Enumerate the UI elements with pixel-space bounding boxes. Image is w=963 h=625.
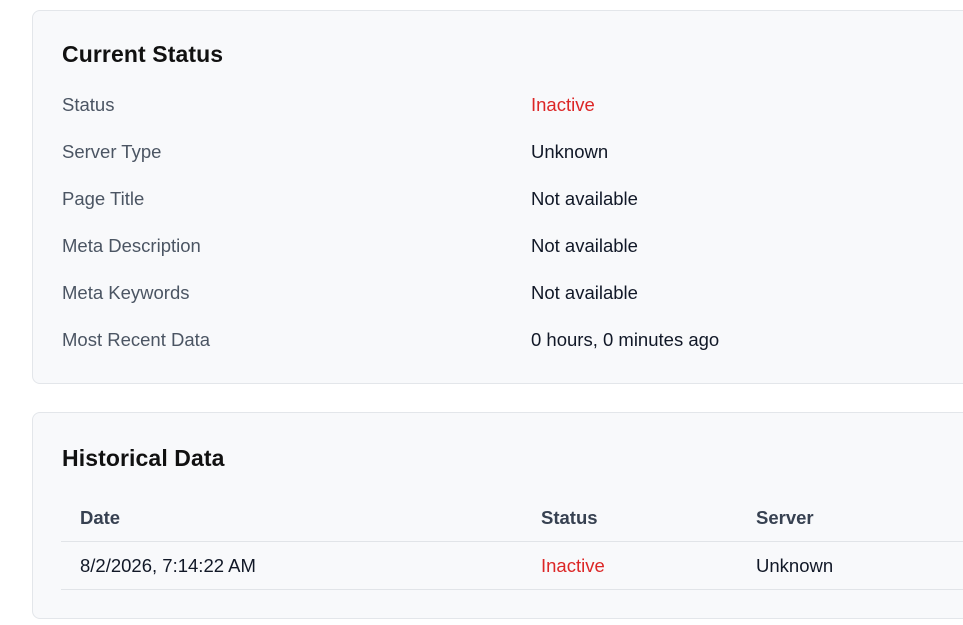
status-column-header[interactable]: Status — [522, 495, 737, 542]
most-recent-data-row: Most Recent Data 0 hours, 0 minutes ago — [62, 325, 962, 372]
meta-description-value: Not available — [531, 235, 638, 256]
meta-description-row: Meta Description Not available — [62, 231, 962, 278]
server-column-header[interactable]: Server — [737, 495, 963, 542]
meta-keywords-row: Meta Keywords Not available — [62, 278, 962, 325]
page-title-value: Not available — [531, 188, 638, 209]
meta-description-label: Meta Description — [62, 235, 201, 256]
page: Current Status Status Inactive Server Ty… — [0, 0, 963, 625]
current-status-title: Current Status — [62, 41, 224, 67]
historical-data-title: Historical Data — [62, 445, 225, 471]
historical-data-table: Date Status Server 8/2/2026, 7:14:22 AM … — [61, 495, 963, 590]
table-body: 8/2/2026, 7:14:22 AM Inactive Unknown — [61, 541, 963, 590]
most-recent-data-value: 0 hours, 0 minutes ago — [531, 329, 720, 350]
date-column-header[interactable]: Date — [61, 495, 522, 542]
server-type-label: Server Type — [62, 141, 162, 162]
status-row: Status Inactive — [62, 90, 962, 137]
date-cell: 8/2/2026, 7:14:22 AM — [61, 541, 522, 590]
status-details-list: Status Inactive Server Type Unknown Page… — [62, 90, 962, 372]
status-cell: Inactive — [522, 541, 737, 590]
current-status-card: Current Status Status Inactive Server Ty… — [32, 10, 963, 384]
page-title-row: Page Title Not available — [62, 184, 962, 231]
meta-keywords-value: Not available — [531, 282, 638, 303]
status-value: Inactive — [531, 94, 595, 115]
server-type-row: Server Type Unknown — [62, 137, 962, 184]
table-header: Date Status Server — [61, 495, 963, 542]
server-cell: Unknown — [737, 541, 963, 590]
status-label: Status — [62, 94, 115, 115]
table-header-row: Date Status Server — [61, 495, 963, 542]
historical-data-card: Historical Data Date Status Server 8/2/2… — [32, 412, 963, 619]
server-type-value: Unknown — [531, 141, 609, 162]
table-row: 8/2/2026, 7:14:22 AM Inactive Unknown — [61, 541, 963, 590]
most-recent-data-label: Most Recent Data — [62, 329, 211, 350]
meta-keywords-label: Meta Keywords — [62, 282, 190, 303]
page-title-label: Page Title — [62, 188, 145, 209]
